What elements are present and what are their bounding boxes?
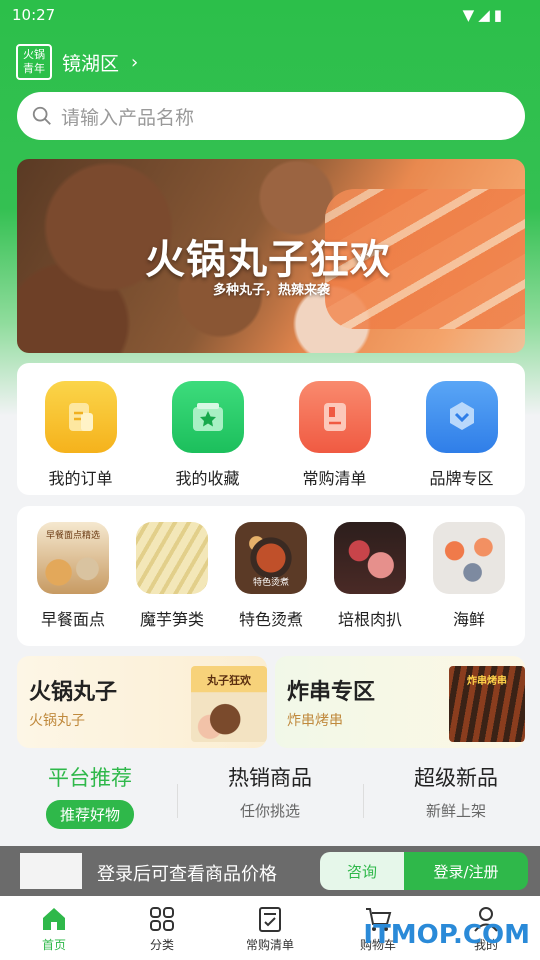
- district-label: 镜湖区: [62, 52, 120, 75]
- promo-banner[interactable]: 火锅丸子狂欢 多种丸子，热辣来袭: [17, 159, 525, 353]
- category-label: 早餐面点: [40, 610, 105, 629]
- nav-label: 分类: [149, 938, 174, 952]
- status-bar: 10:27 ▼◢▮: [0, 0, 540, 32]
- promo-skewers[interactable]: 炸串专区 炸串烤串 炸串烤串: [275, 656, 525, 748]
- category-konjac[interactable]: 魔芋笋类: [130, 522, 214, 646]
- tab-hot-sales[interactable]: 热销商品 任你挑选: [180, 762, 360, 821]
- favorite-icon: [171, 381, 244, 453]
- tab-subtitle: 任你挑选: [239, 802, 300, 820]
- category-label: 海鲜: [452, 610, 485, 629]
- order-icon: [44, 381, 117, 453]
- category-image-caption: 特色烫煮: [252, 578, 289, 588]
- promo-image-caption: 丸子狂欢: [207, 674, 251, 687]
- nav-category[interactable]: 分类: [108, 896, 216, 960]
- login-prompt-bar: 登录后可查看商品价格 咨询 登录/注册: [0, 846, 540, 896]
- promo-title: 炸串专区: [287, 680, 376, 705]
- brand-icon: [425, 381, 498, 453]
- tab-title: 热销商品: [228, 766, 312, 790]
- watermark-text: ITMOP.COM: [363, 920, 530, 950]
- nav-frequent-list[interactable]: 常购清单: [216, 896, 324, 960]
- tab-new-products[interactable]: 超级新品 新鲜上架: [366, 762, 540, 821]
- list-icon: [298, 381, 371, 453]
- promo-image: 炸串烤串: [449, 666, 525, 742]
- category-hotpot-boil[interactable]: 特色烫煮 特色烫煮: [229, 522, 313, 646]
- login-register-button[interactable]: 登录/注册: [404, 852, 528, 890]
- nav-label: 常购清单: [245, 938, 294, 952]
- location-selector[interactable]: 火锅青年 镜湖区 ›: [16, 44, 138, 80]
- category-breakfast[interactable]: 早餐面点精选 早餐面点: [31, 522, 115, 646]
- brand-logo: 火锅青年: [16, 44, 52, 80]
- quick-my-favorites[interactable]: 我的收藏: [153, 381, 263, 489]
- list-icon: [259, 907, 281, 932]
- quick-frequent-list[interactable]: 常购清单: [280, 381, 390, 489]
- status-time: 10:27: [12, 6, 56, 24]
- tab-divider: [363, 784, 364, 818]
- tab-subtitle: 推荐好物: [45, 800, 134, 829]
- tab-title: 平台推荐: [48, 766, 132, 790]
- consult-button[interactable]: 咨询: [320, 852, 404, 890]
- login-prompt-message: 登录后可查看商品价格: [97, 864, 277, 885]
- recommend-tabs: 平台推荐 推荐好物 热销商品 任你挑选 超级新品 新鲜上架: [0, 762, 540, 834]
- category-label: 培根肉扒: [337, 610, 402, 629]
- tab-subtitle: 新鲜上架: [425, 802, 486, 820]
- promo-image: 丸子狂欢: [191, 666, 267, 742]
- tab-divider: [177, 784, 178, 818]
- search-icon: [32, 106, 51, 125]
- promo-subtitle: 炸串烤串: [287, 713, 343, 729]
- category-strip: 早餐面点精选 早餐面点 魔芋笋类 特色烫煮 特色烫煮 培根肉扒 海鲜: [17, 506, 525, 646]
- promo-meatballs[interactable]: 火锅丸子 火锅丸子 丸子狂欢: [17, 656, 267, 748]
- category-image-caption: 早餐面点精选: [45, 531, 100, 541]
- tab-title: 超级新品: [414, 766, 498, 790]
- category-seafood[interactable]: 海鲜: [427, 522, 511, 646]
- promo-image-caption: 炸串烤串: [467, 676, 507, 687]
- category-bacon-steak[interactable]: 培根肉扒: [328, 522, 412, 646]
- chevron-right-icon: ›: [131, 51, 139, 73]
- avatar-placeholder: [20, 853, 82, 889]
- banner-subtitle: 多种丸子，热辣来袭: [213, 283, 331, 298]
- home-icon: [43, 908, 65, 930]
- banner-title: 火锅丸子狂欢: [145, 237, 391, 283]
- quick-action-label: 我的收藏: [175, 469, 240, 488]
- nav-home[interactable]: 首页: [0, 896, 108, 960]
- category-image: [433, 522, 505, 594]
- quick-action-label: 品牌专区: [429, 469, 494, 488]
- quick-actions: 我的订单 我的收藏 常购清单 品牌专区: [17, 363, 525, 495]
- category-label: 特色烫煮: [238, 610, 303, 629]
- quick-brand-zone[interactable]: 品牌专区: [407, 381, 517, 489]
- quick-action-label: 我的订单: [48, 469, 113, 488]
- category-image: [136, 522, 208, 594]
- category-label: 魔芋笋类: [139, 610, 204, 629]
- promo-title: 火锅丸子: [29, 680, 118, 705]
- search-input[interactable]: 请输入产品名称: [17, 92, 525, 140]
- tab-platform-recommend[interactable]: 平台推荐 推荐好物: [0, 762, 180, 829]
- promo-subtitle: 火锅丸子: [29, 713, 85, 729]
- quick-my-orders[interactable]: 我的订单: [26, 381, 136, 489]
- nav-label: 首页: [41, 938, 66, 952]
- category-image: 特色烫煮: [235, 522, 307, 594]
- quick-action-label: 常购清单: [302, 469, 367, 488]
- status-icons: ▼◢▮: [462, 6, 506, 24]
- category-image: [334, 522, 406, 594]
- search-placeholder: 请输入产品名称: [61, 106, 195, 129]
- category-image: 早餐面点精选: [37, 522, 109, 594]
- category-icon: [150, 907, 174, 931]
